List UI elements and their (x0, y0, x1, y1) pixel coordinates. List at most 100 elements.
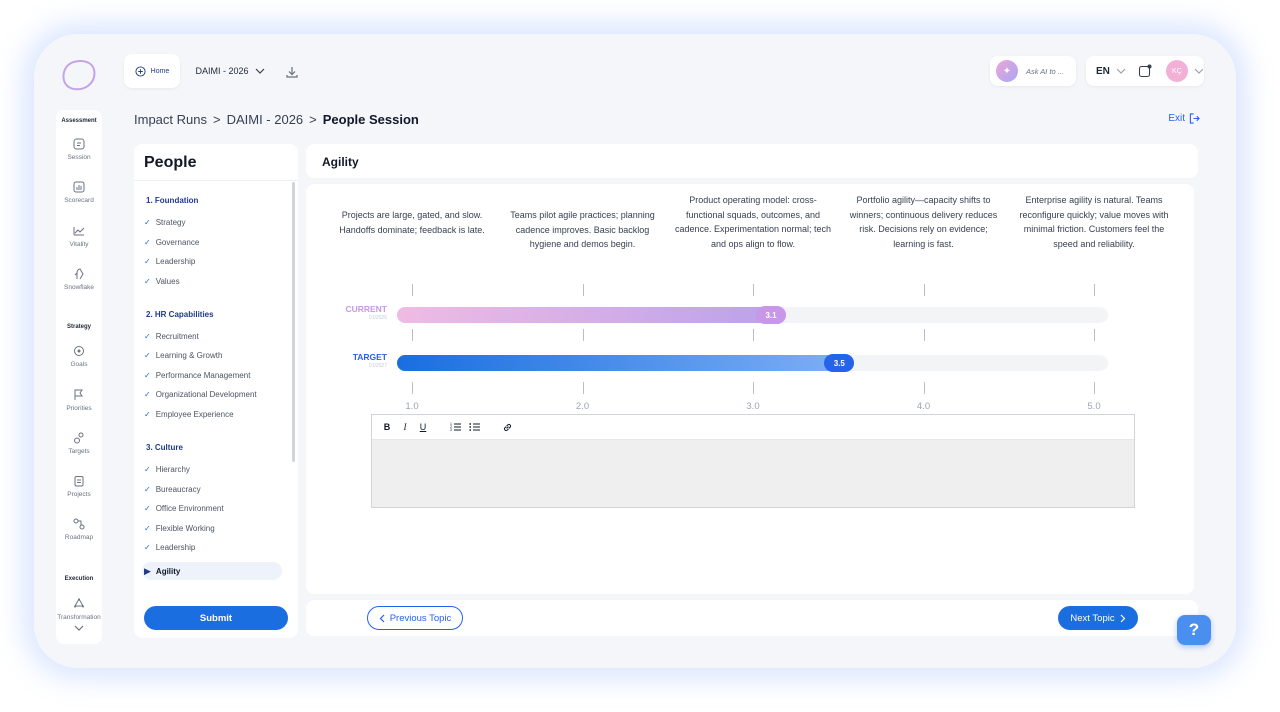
scale-tick (923, 284, 925, 296)
sidebar-item-projects[interactable]: Projects (56, 475, 102, 498)
axis-tick-label: 3.0 (746, 401, 760, 412)
download-icon (286, 67, 298, 78)
breadcrumb: Impact Runs > DAIMI - 2026 > People Sess… (134, 112, 419, 127)
chevron-right-icon (1120, 614, 1125, 622)
breadcrumb-separator: > (212, 112, 221, 127)
topic-item[interactable]: ✓ Leadership (144, 257, 195, 266)
editor-content[interactable] (372, 440, 1134, 508)
chevron-down-icon[interactable] (73, 624, 85, 632)
topic-item[interactable]: ✓ Bureaucracy (144, 485, 201, 494)
underline-button[interactable]: U (418, 422, 428, 432)
download-button[interactable] (282, 62, 302, 82)
topic-label: Leadership (155, 257, 196, 266)
roadmap-icon (73, 518, 85, 530)
chevron-left-icon (379, 614, 385, 622)
topic-item-active[interactable]: ▶ Agility (142, 562, 282, 580)
check-icon: ✓ (144, 238, 151, 247)
topic-item[interactable]: ✓ Governance (144, 238, 199, 247)
sidebar-item-session[interactable]: Session (56, 138, 102, 161)
ordered-list-icon[interactable]: 123 (450, 422, 461, 432)
sidebar-item-roadmap[interactable]: Roadmap (56, 518, 102, 541)
avatar[interactable]: KÇ (1165, 60, 1188, 82)
exit-icon (1189, 113, 1200, 124)
bold-button[interactable]: B (382, 422, 392, 432)
check-icon: ✓ (144, 218, 151, 227)
sidebar-item-targets[interactable]: Targets (56, 432, 102, 455)
next-topic-label: Next Topic (1070, 612, 1115, 624)
app-logo[interactable] (58, 55, 100, 95)
topic-item[interactable]: ✓ Leadership (144, 543, 195, 552)
current-date: 01/2026 (368, 315, 387, 321)
breadcrumb-item-daimi[interactable]: DAIMI - 2026 (227, 112, 304, 127)
check-icon: ✓ (144, 332, 151, 341)
scale-tick (753, 329, 754, 341)
scale-tick (582, 382, 584, 394)
check-icon: ✓ (144, 485, 151, 494)
home-button[interactable]: Home (124, 54, 180, 88)
topic-label: Learning & Growth (155, 351, 223, 360)
topic-item[interactable]: ✓ Values (144, 277, 180, 286)
topic-label: Hierarchy (155, 465, 190, 474)
current-value-badge[interactable]: 3.1 (756, 306, 787, 324)
sidebar-item-goals[interactable]: Goals (56, 345, 102, 368)
topic-item[interactable]: ✓ Performance Management (144, 371, 250, 380)
help-button[interactable]: ? (1177, 615, 1211, 645)
next-topic-button[interactable]: Next Topic (1058, 606, 1138, 630)
ask-ai-input[interactable]: ✦ Ask AI to ... (990, 56, 1076, 86)
flag-icon (74, 389, 83, 400)
scale-tick (582, 329, 584, 341)
chevron-down-icon[interactable] (1116, 68, 1126, 74)
previous-topic-button[interactable]: Previous Topic (367, 606, 463, 630)
topic-item[interactable]: ✓ Recruitment (144, 332, 199, 341)
sidebar-item-vitality[interactable]: Vitality (56, 225, 102, 248)
sidebar-item-transformation[interactable]: Transformation (56, 598, 102, 621)
scale-tick (1094, 284, 1095, 296)
target-value-badge[interactable]: 3.5 (824, 354, 855, 372)
panel-title: People (144, 154, 197, 171)
check-icon: ✓ (144, 410, 151, 419)
topic-item[interactable]: ✓ Employee Experience (144, 410, 234, 419)
topic-item[interactable]: ✓ Organizational Development (144, 390, 257, 399)
target-label: TARGET (352, 352, 387, 362)
maturity-card: Projects are large, gated, and slow. Han… (306, 184, 1194, 594)
notifications-icon[interactable] (1138, 64, 1152, 78)
exit-button[interactable]: Exit (1168, 113, 1200, 124)
topic-item[interactable]: ✓ Hierarchy (144, 465, 190, 474)
scale-tick (923, 382, 925, 394)
check-icon: ✓ (144, 351, 151, 360)
topic-item[interactable]: ✓ Flexible Working (144, 524, 215, 533)
target-date: 01/2027 (368, 363, 387, 369)
topic-item[interactable]: ✓ Learning & Growth (144, 351, 222, 360)
level-description: Enterprise agility is natural. Teams rec… (1019, 195, 1169, 249)
projects-icon (74, 476, 84, 487)
sidebar-section-assessment: Assessment (61, 118, 97, 124)
scale-tick (753, 284, 754, 296)
check-icon: ✓ (144, 390, 151, 399)
panel-scrollbar[interactable] (292, 182, 295, 462)
axis-tick-label: 2.0 (575, 401, 590, 412)
topic-header: Agility (306, 144, 1198, 178)
sidebar-item-label: Roadmap (64, 534, 94, 541)
sidebar-section-execution: Execution (64, 576, 94, 582)
sidebar-item-priorities[interactable]: Priorities (56, 389, 102, 412)
italic-button[interactable]: I (400, 422, 410, 432)
rich-text-editor[interactable]: B I U 123 (371, 414, 1135, 508)
language-select[interactable]: EN (1096, 66, 1110, 77)
topic-item[interactable]: ✓ Office Environment (144, 504, 224, 513)
scale-tick (582, 284, 584, 296)
link-icon[interactable] (502, 422, 513, 433)
project-select[interactable]: DAIMI - 2026 (190, 60, 270, 82)
chevron-down-icon[interactable] (1194, 68, 1204, 74)
level-description: Portfolio agility—capacity shifts to win… (849, 195, 998, 249)
submit-button[interactable]: Submit (144, 606, 288, 630)
editor-toolbar: B I U 123 (372, 415, 1134, 440)
topic-item[interactable]: ✓ Strategy (144, 218, 186, 227)
scale-tick (1094, 382, 1095, 394)
sidebar-item-snowflake[interactable]: Snowflake (56, 268, 102, 291)
group-title-foundation: 1. Foundation (146, 196, 199, 205)
topic-label: Flexible Working (155, 524, 215, 533)
sidebar-item-scorecard[interactable]: Scorecard (56, 181, 102, 204)
axis-tick-label: 4.0 (916, 401, 931, 412)
bullet-list-icon[interactable] (469, 422, 480, 432)
breadcrumb-item-impact-runs[interactable]: Impact Runs (134, 112, 207, 127)
